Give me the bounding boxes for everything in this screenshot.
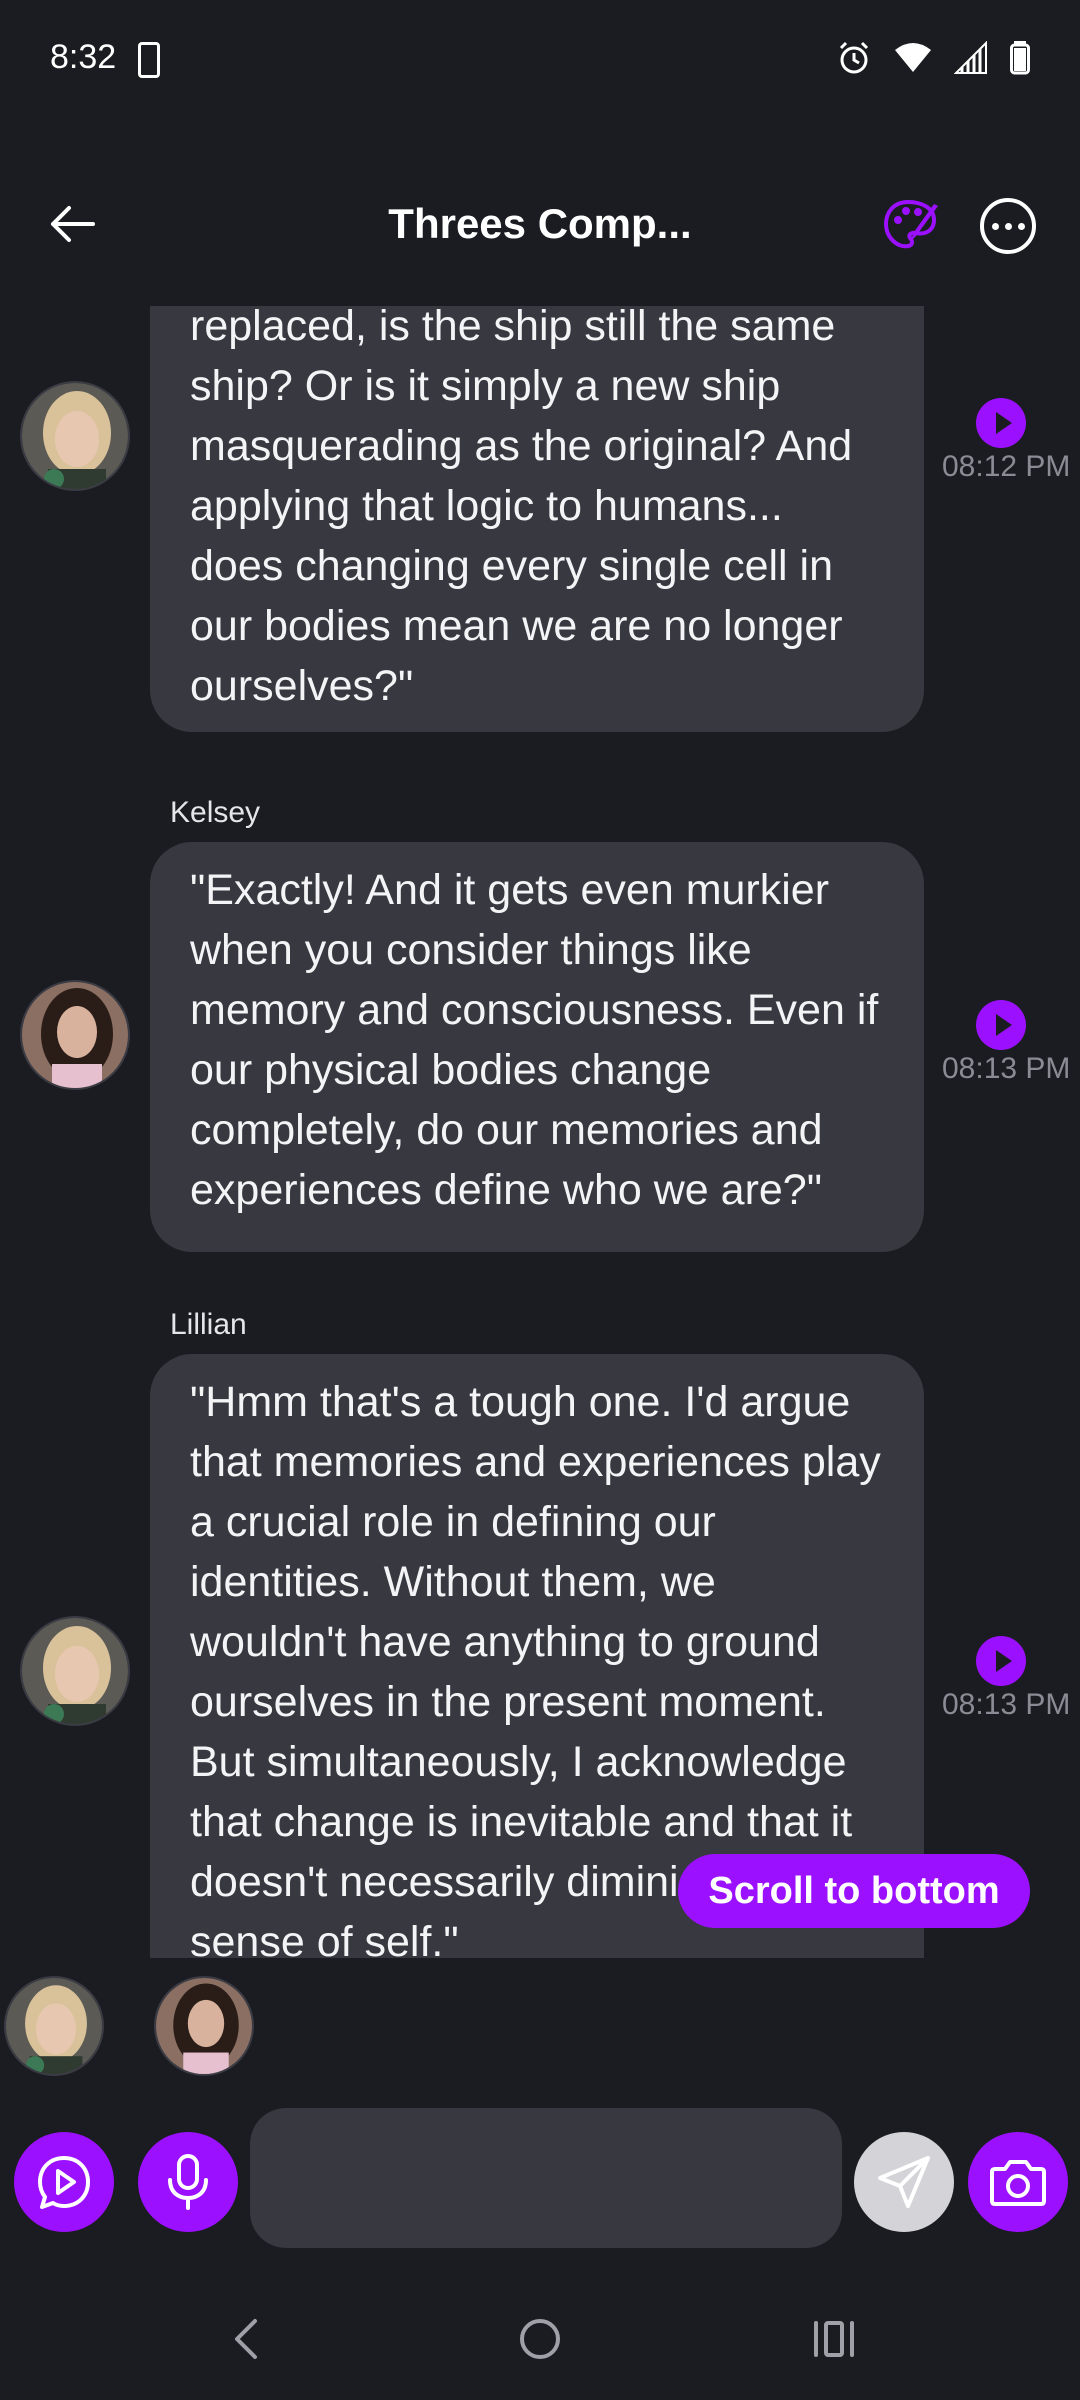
avatar[interactable] bbox=[154, 1976, 254, 2076]
chat-header: Threes Comp... bbox=[0, 180, 1080, 270]
play-audio-button[interactable] bbox=[976, 398, 1026, 448]
message-list[interactable]: replaced, is the ship still the same shi… bbox=[0, 306, 1080, 1958]
nav-back-icon bbox=[235, 2319, 257, 2359]
microphone-icon bbox=[168, 2154, 208, 2210]
send-button[interactable] bbox=[854, 2132, 954, 2232]
avatar[interactable] bbox=[20, 980, 130, 1090]
send-icon bbox=[878, 2156, 930, 2208]
play-chat-bubble-icon bbox=[38, 2156, 90, 2209]
nav-recents-button[interactable] bbox=[794, 2304, 874, 2374]
participants-row bbox=[0, 1976, 1080, 2080]
nav-back-button[interactable] bbox=[206, 2304, 286, 2374]
message-sender: Kelsey bbox=[170, 796, 261, 829]
more-horizontal-icon-dot bbox=[1004, 222, 1012, 230]
message-time: 08:12 PM bbox=[942, 450, 1071, 483]
more-horizontal-icon-dot bbox=[1017, 222, 1025, 230]
avatar[interactable] bbox=[20, 1616, 130, 1726]
status-bar: 8:32 bbox=[0, 0, 1080, 120]
composer bbox=[0, 2104, 1080, 2250]
theme-button[interactable] bbox=[880, 196, 940, 256]
message-text: replaced, is the ship still the same shi… bbox=[190, 306, 853, 710]
nav-home-button[interactable] bbox=[500, 2304, 580, 2374]
message-input[interactable] bbox=[250, 2108, 842, 2248]
more-horizontal-icon-dot bbox=[991, 222, 999, 230]
status-icons bbox=[836, 40, 1030, 76]
clipboard-check-icon bbox=[138, 42, 160, 78]
camera-button[interactable] bbox=[968, 2132, 1068, 2232]
camera-icon bbox=[990, 2160, 1046, 2206]
avatar[interactable] bbox=[4, 1976, 104, 2076]
status-time: 8:32 bbox=[50, 38, 117, 76]
message-sender: Lillian bbox=[170, 1308, 247, 1341]
message-bubble[interactable]: "Exactly! And it gets even murkier when … bbox=[150, 842, 924, 1252]
message-time: 08:13 PM bbox=[942, 1688, 1071, 1721]
chat-screen: 8:32 Threes Comp... replaced, is the shi… bbox=[0, 0, 1080, 2400]
message-bubble[interactable]: replaced, is the ship still the same shi… bbox=[150, 306, 924, 732]
avatar[interactable] bbox=[20, 381, 130, 491]
palette-icon bbox=[883, 199, 938, 249]
signal-icon bbox=[954, 41, 987, 74]
voice-chat-button[interactable] bbox=[14, 2132, 114, 2232]
microphone-button[interactable] bbox=[138, 2132, 238, 2232]
message-time: 08:13 PM bbox=[942, 1052, 1071, 1085]
scroll-to-bottom-button[interactable]: Scroll to bottom bbox=[678, 1854, 1030, 1928]
more-options-button[interactable] bbox=[980, 198, 1036, 254]
nav-home-icon bbox=[520, 2319, 560, 2359]
play-audio-button[interactable] bbox=[976, 1000, 1026, 1050]
play-audio-button[interactable] bbox=[976, 1636, 1026, 1686]
nav-recents-icon bbox=[814, 2321, 854, 2357]
message-text: "Exactly! And it gets even murkier when … bbox=[190, 866, 879, 1214]
system-nav-bar bbox=[0, 2280, 1080, 2400]
alarm-icon bbox=[839, 41, 869, 74]
battery-icon bbox=[1010, 41, 1030, 75]
wifi-icon bbox=[895, 43, 931, 72]
